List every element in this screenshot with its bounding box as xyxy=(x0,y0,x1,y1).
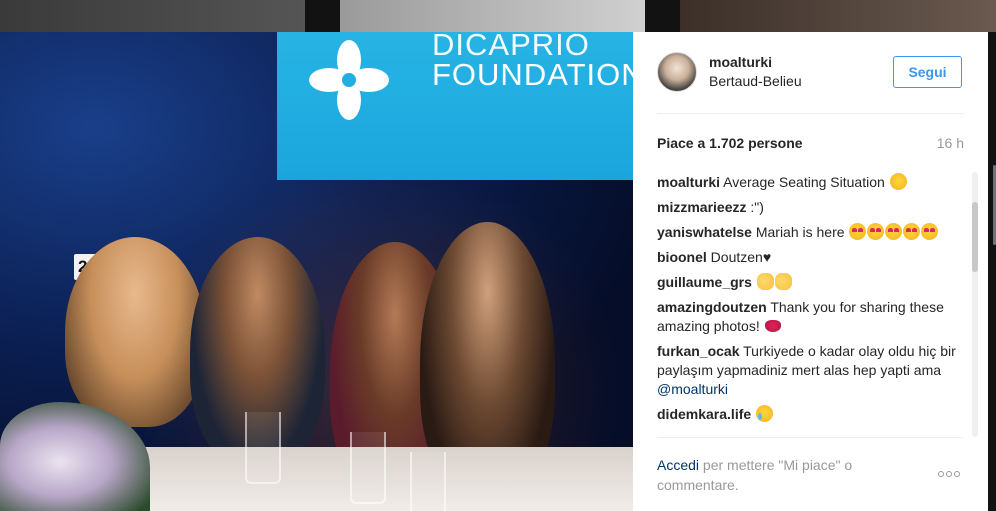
clapping-hands-emoji-icon xyxy=(774,273,792,290)
comments-scrollbar[interactable] xyxy=(972,172,978,437)
username-link[interactable]: moalturki xyxy=(709,53,802,71)
mention-link[interactable]: @moalturki xyxy=(657,381,728,397)
post-side-panel: moalturki Bertaud-Belieu Segui Piace a 1… xyxy=(633,32,988,511)
comment-text: :") xyxy=(750,199,764,215)
comment-item: guillaume_grs xyxy=(657,273,960,292)
comments-list[interactable]: moalturki Average Seating Situation mizz… xyxy=(657,173,960,435)
smirk-emoji-icon xyxy=(889,173,907,190)
comment-text: Doutzen♥ xyxy=(710,249,772,265)
screen-text-line2: FOUNDATION xyxy=(432,57,633,92)
feed-thumbnail[interactable] xyxy=(680,0,996,32)
heart-eyes-emoji-icon xyxy=(885,223,903,240)
likes-row: Piace a 1.702 persone 16 h xyxy=(657,135,964,155)
clapping-hands-emoji-icon xyxy=(756,273,774,290)
person-figure xyxy=(65,237,205,427)
heart-eyes-emoji-icon xyxy=(903,223,921,240)
post-modal: DICAPRIO FOUNDATION 24 moalturki Bertaud… xyxy=(0,32,988,511)
post-time[interactable]: 16 h xyxy=(937,135,964,151)
tears-of-joy-emoji-icon xyxy=(756,405,774,422)
more-options-icon[interactable] xyxy=(938,464,964,477)
comment-item: moalturki Average Seating Situation xyxy=(657,173,960,192)
comment-username[interactable]: bioonel xyxy=(657,249,707,265)
feed-thumbnail[interactable] xyxy=(0,0,305,32)
comment-username[interactable]: furkan_ocak xyxy=(657,343,739,359)
foundation-logo xyxy=(309,40,389,120)
foundation-name: DICAPRIO FOUNDATION xyxy=(432,32,633,90)
kiss-mark-emoji-icon xyxy=(764,320,781,332)
comment-text: Average Seating Situation xyxy=(723,174,885,190)
login-prompt: Accedi per mettere "Mi piace" o commenta… xyxy=(657,455,897,495)
comment-username[interactable]: guillaume_grs xyxy=(657,274,752,290)
post-header: moalturki Bertaud-Belieu Segui xyxy=(657,32,964,114)
comment-item: bioonel Doutzen♥ xyxy=(657,248,960,267)
comment-username[interactable]: didemkara.life xyxy=(657,406,751,422)
post-footer: Accedi per mettere "Mi piace" o commenta… xyxy=(657,437,964,511)
comment-item: amazingdoutzen Thank you for sharing the… xyxy=(657,298,960,336)
comment-username[interactable]: amazingdoutzen xyxy=(657,299,767,315)
heart-eyes-emoji-icon xyxy=(849,223,867,240)
comment-item: yaniswhatelse Mariah is here xyxy=(657,223,960,242)
user-info: moalturki Bertaud-Belieu xyxy=(709,53,802,91)
comment-text: Mariah is here xyxy=(755,224,845,240)
screen-text-line1: DICAPRIO xyxy=(432,32,590,62)
foundation-screen: DICAPRIO FOUNDATION xyxy=(277,32,633,180)
heart-eyes-emoji-icon xyxy=(867,223,885,240)
wine-glass xyxy=(245,412,281,484)
follow-button[interactable]: Segui xyxy=(893,56,962,88)
post-photo[interactable]: DICAPRIO FOUNDATION 24 xyxy=(0,32,633,511)
scrollbar-thumb[interactable] xyxy=(972,202,978,272)
comment-item: furkan_ocak Turkiyede o kadar olay oldu … xyxy=(657,342,960,399)
avatar[interactable] xyxy=(657,52,697,92)
comment-item: didemkara.life xyxy=(657,405,960,424)
location-link[interactable]: Bertaud-Belieu xyxy=(709,71,802,91)
comment-username[interactable]: moalturki xyxy=(657,174,720,190)
login-link[interactable]: Accedi xyxy=(657,457,699,473)
feed-thumbnail[interactable] xyxy=(340,0,645,32)
likes-count[interactable]: Piace a 1.702 persone xyxy=(657,135,803,151)
comment-username[interactable]: mizzmarieezz xyxy=(657,199,746,215)
wine-glass xyxy=(350,432,386,504)
comment-item: mizzmarieezz :") xyxy=(657,198,960,217)
comment-username[interactable]: yaniswhatelse xyxy=(657,224,752,240)
wine-glass xyxy=(410,452,446,511)
heart-eyes-emoji-icon xyxy=(921,223,939,240)
